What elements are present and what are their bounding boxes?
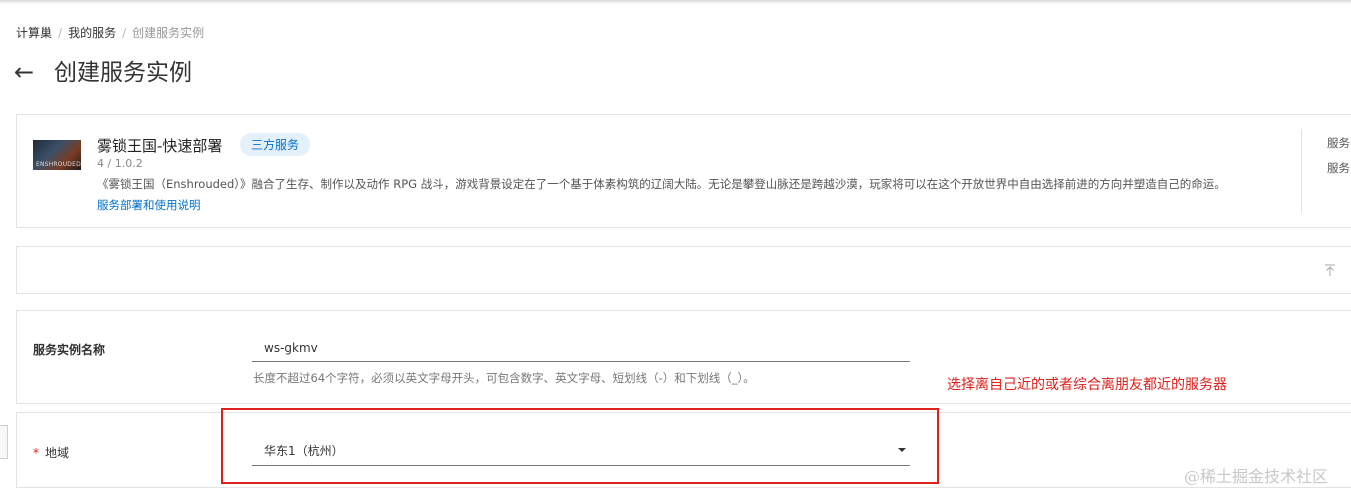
top-shadow (0, 0, 1351, 4)
breadcrumb-item-compute-nest[interactable]: 计算巢 (16, 26, 52, 40)
page-title: 创建服务实例 (54, 60, 192, 86)
side-collapse-handle[interactable] (0, 425, 8, 459)
required-mark: * (33, 446, 39, 460)
service-side-label: 服务 (1327, 161, 1350, 175)
service-doc-link[interactable]: 服务部署和使用说明 (97, 197, 201, 213)
region-label-row: * 地域 (33, 444, 69, 461)
service-description: 《雾锁王国（Enshrouded）》融合了生存、制作以及动作 RPG 战斗，游戏… (97, 177, 1226, 191)
breadcrumb: 计算巢 / 我的服务 / 创建服务实例 (16, 24, 204, 41)
service-info-card: ENSHROUDED 雾锁王国-快速部署 三方服务 4 / 1.0.2 《雾锁王… (16, 114, 1351, 228)
arrow-left-icon[interactable]: ← (14, 58, 34, 86)
service-type-badge: 三方服务 (240, 133, 311, 156)
region-label: 地域 (45, 446, 70, 460)
instance-name-input[interactable] (252, 334, 910, 362)
service-thumbnail: ENSHROUDED (33, 140, 81, 170)
service-version: 4 / 1.0.2 (97, 157, 143, 170)
back-to-top-icon[interactable] (1323, 263, 1337, 277)
instance-name-label: 服务实例名称 (33, 343, 106, 357)
watermark: @稀土掘金技术社区 (1184, 467, 1329, 486)
thumbnail-logo-text: ENSHROUDED (36, 161, 81, 168)
breadcrumb-separator: / (58, 26, 63, 40)
service-side-label: 服务 (1327, 136, 1350, 150)
breadcrumb-item-my-services[interactable]: 我的服务 (68, 26, 116, 40)
breadcrumb-item-current: 创建服务实例 (132, 26, 205, 40)
instance-name-help: 长度不超过64个字符，必须以英文字母开头，可包含数字、英文字母、短划线（-）和下… (253, 371, 755, 385)
annotation-highlight-box (221, 408, 939, 484)
annotation-note: 选择离自己近的或者综合离朋友都近的服务器 (947, 377, 1227, 393)
divider (1301, 129, 1302, 213)
breadcrumb-separator: / (122, 26, 127, 40)
collapsed-panel (16, 246, 1351, 294)
service-name: 雾锁王国-快速部署 (97, 137, 223, 155)
